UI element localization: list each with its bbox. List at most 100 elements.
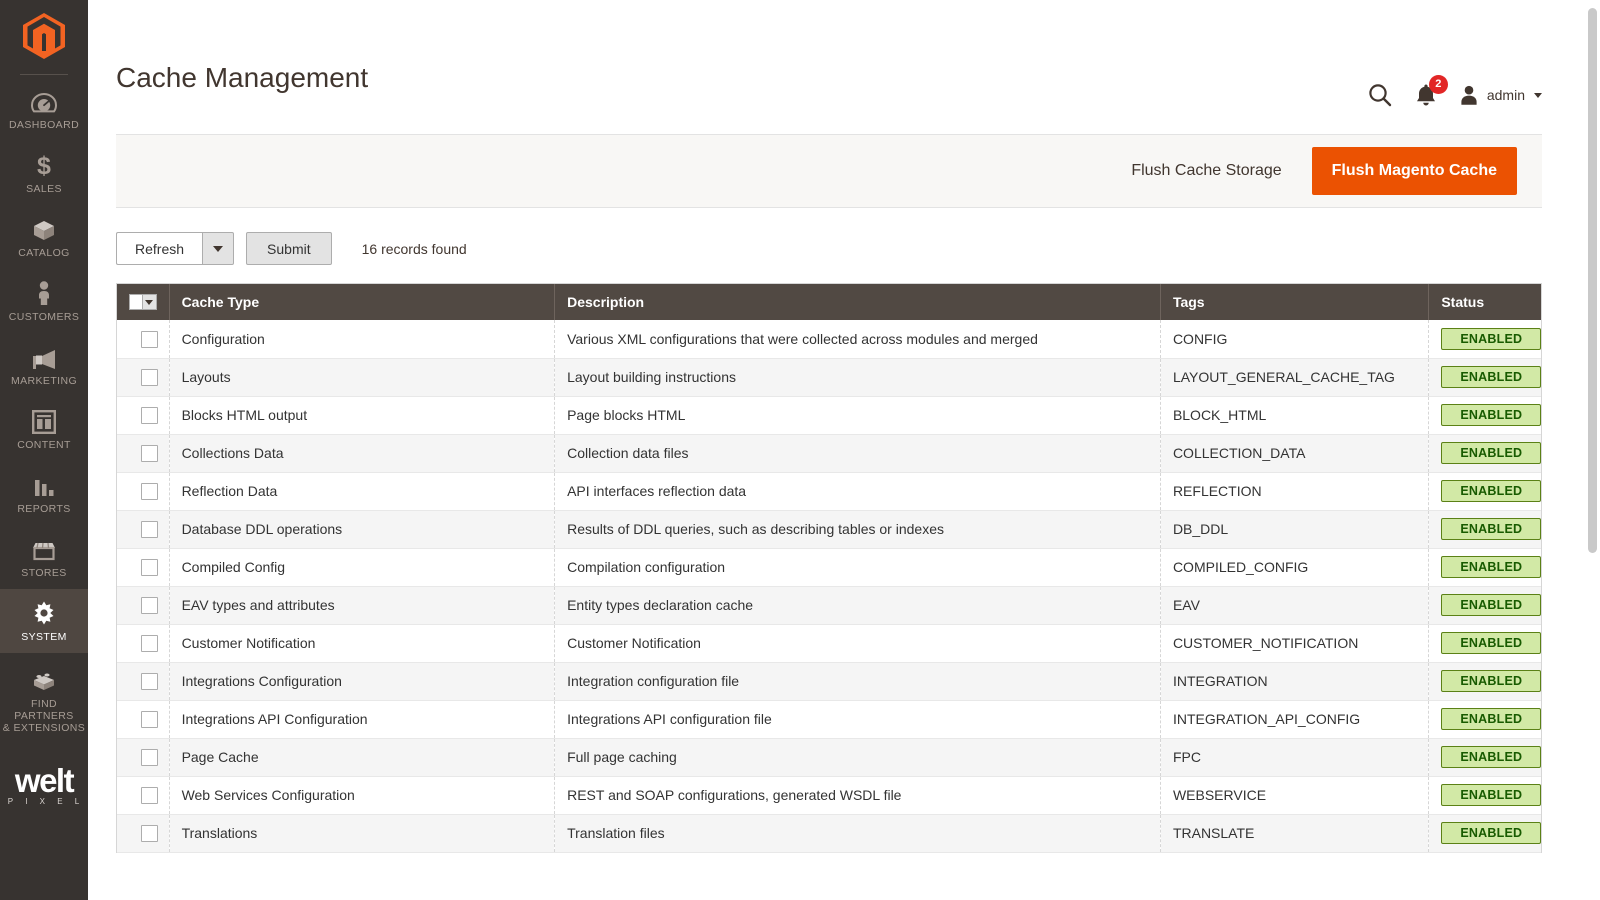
row-checkbox-cell (117, 814, 170, 853)
weltpixel-brand-logo: welt P I X E L (0, 764, 88, 806)
row-checkbox[interactable] (141, 482, 158, 500)
page-scrollbar-thumb[interactable] (1588, 8, 1597, 553)
cell-cache-type: Page Cache (169, 738, 556, 777)
admin-app: DASHBOARD $ SALES CATALOG CUSTOMERS MARK… (0, 0, 1600, 900)
cell-tags: COLLECTION_DATA (1160, 434, 1430, 473)
mass-action-dropdown-toggle[interactable] (202, 232, 235, 265)
user-menu[interactable]: admin (1459, 85, 1542, 106)
table-row[interactable]: Reflection Data API interfaces reflection… (117, 472, 1541, 511)
row-checkbox[interactable] (141, 520, 158, 538)
page-actions-bar: Flush Cache Storage Flush Magento Cache (116, 134, 1542, 208)
cell-status: ENABLED (1428, 320, 1541, 359)
table-row[interactable]: Integrations Configuration Integration co… (117, 662, 1541, 701)
row-checkbox[interactable] (141, 596, 158, 614)
row-checkbox[interactable] (141, 748, 158, 766)
row-checkbox[interactable] (141, 444, 158, 462)
cell-tags: CUSTOMER_NOTIFICATION (1160, 624, 1430, 663)
cell-status: ENABLED (1428, 624, 1541, 663)
page-header: Cache Management 2 admin (88, 0, 1600, 108)
cell-tags: COMPILED_CONFIG (1160, 548, 1430, 587)
sidebar-item-customers[interactable]: CUSTOMERS (0, 269, 88, 333)
table-row[interactable]: Collections Data Collection data files COL… (117, 434, 1541, 473)
row-checkbox-cell (117, 358, 170, 397)
row-checkbox-cell (117, 776, 170, 815)
storefront-icon (31, 536, 57, 562)
magento-logo[interactable] (0, 0, 88, 62)
table-row[interactable]: Configuration Various XML configurations … (117, 320, 1541, 359)
column-header-status[interactable]: Status (1428, 284, 1541, 320)
user-avatar-icon (1461, 85, 1477, 105)
sidebar-item-system[interactable]: SYSTEM (0, 589, 88, 653)
cell-tags: WEBSERVICE (1160, 776, 1430, 815)
cell-description: Collection data files (554, 434, 1161, 473)
column-header-tags[interactable]: Tags (1160, 284, 1430, 320)
mass-action-select[interactable]: Refresh (116, 232, 203, 265)
megaphone-icon (31, 344, 57, 370)
flush-magento-cache-button[interactable]: Flush Magento Cache (1311, 147, 1517, 195)
row-checkbox[interactable] (141, 824, 158, 842)
submit-button[interactable]: Submit (246, 232, 332, 265)
table-row[interactable]: Integrations API Configuration Integratio… (117, 700, 1541, 739)
sidebar-item-find-partners[interactable]: FIND PARTNERS & EXTENSIONS (0, 653, 88, 744)
select-all-checkbox[interactable] (129, 294, 143, 310)
brick-icon (31, 667, 57, 693)
cell-cache-type: Layouts (169, 358, 556, 397)
table-row[interactable]: Customer Notification Customer Notificati… (117, 624, 1541, 663)
status-badge: ENABLED (1441, 442, 1541, 464)
cell-cache-type: EAV types and attributes (169, 586, 556, 625)
cell-description: Full page caching (554, 738, 1161, 777)
table-row[interactable]: Compiled Config Compilation configuration… (117, 548, 1541, 587)
column-header-cache-type[interactable]: Cache Type (169, 284, 556, 320)
cell-cache-type: Configuration (169, 320, 556, 359)
cell-status: ENABLED (1428, 396, 1541, 435)
sidebar-item-dashboard[interactable]: DASHBOARD (0, 77, 88, 141)
sidebar-item-label: DASHBOARD (8, 119, 80, 131)
bar-chart-icon (32, 472, 56, 498)
column-header-description[interactable]: Description (554, 284, 1161, 320)
row-checkbox[interactable] (141, 672, 158, 690)
search-icon[interactable] (1367, 82, 1393, 108)
status-badge: ENABLED (1441, 708, 1541, 730)
table-row[interactable]: EAV types and attributes Entity types dec… (117, 586, 1541, 625)
cache-grid: Cache Type Description Tags Status Confi… (116, 283, 1542, 853)
table-row[interactable]: Database DDL operations Results of DDL qu… (117, 510, 1541, 549)
sidebar-item-stores[interactable]: STORES (0, 525, 88, 589)
cell-status: ENABLED (1428, 814, 1541, 853)
sidebar-item-catalog[interactable]: CATALOG (0, 205, 88, 269)
table-row[interactable]: Layouts Layout building instructions LAYOU… (117, 358, 1541, 397)
select-all-group[interactable] (129, 294, 157, 310)
table-row[interactable]: Page Cache Full page caching FPC ENABLED (117, 738, 1541, 777)
row-checkbox[interactable] (141, 330, 158, 348)
chevron-down-icon (213, 245, 224, 252)
table-row[interactable]: Translations Translation files TRANSLATE EN… (117, 814, 1541, 853)
page-scrollbar[interactable] (1585, 0, 1600, 900)
cell-status: ENABLED (1428, 472, 1541, 511)
layout-icon (32, 408, 56, 434)
cell-tags: LAYOUT_GENERAL_CACHE_TAG (1160, 358, 1430, 397)
table-row[interactable]: Web Services Configuration REST and SOAP … (117, 776, 1541, 815)
status-badge: ENABLED (1441, 556, 1541, 578)
row-checkbox[interactable] (141, 634, 158, 652)
row-checkbox[interactable] (141, 558, 158, 576)
cell-cache-type: Customer Notification (169, 624, 556, 663)
row-checkbox[interactable] (141, 710, 158, 728)
cell-tags: REFLECTION (1160, 472, 1430, 511)
cell-description: Integrations API configuration file (554, 700, 1161, 739)
notification-count-badge: 2 (1428, 75, 1448, 94)
cell-status: ENABLED (1428, 738, 1541, 777)
row-checkbox[interactable] (141, 406, 158, 424)
status-badge: ENABLED (1441, 822, 1541, 844)
sidebar-item-reports[interactable]: REPORTS (0, 461, 88, 525)
row-checkbox-cell (117, 700, 170, 739)
sidebar-item-label: CUSTOMERS (8, 311, 80, 323)
row-checkbox[interactable] (141, 368, 158, 386)
notifications-button[interactable]: 2 (1415, 75, 1448, 107)
select-all-dropdown[interactable] (142, 294, 157, 310)
sidebar-item-marketing[interactable]: MARKETING (0, 333, 88, 397)
row-checkbox[interactable] (141, 786, 158, 804)
table-row[interactable]: Blocks HTML output Page blocks HTML BLOCK_… (117, 396, 1541, 435)
sidebar-item-sales[interactable]: $ SALES (0, 141, 88, 205)
select-all-column (117, 284, 170, 320)
flush-cache-storage-button[interactable]: Flush Cache Storage (1109, 147, 1303, 195)
sidebar-item-content[interactable]: CONTENT (0, 397, 88, 461)
